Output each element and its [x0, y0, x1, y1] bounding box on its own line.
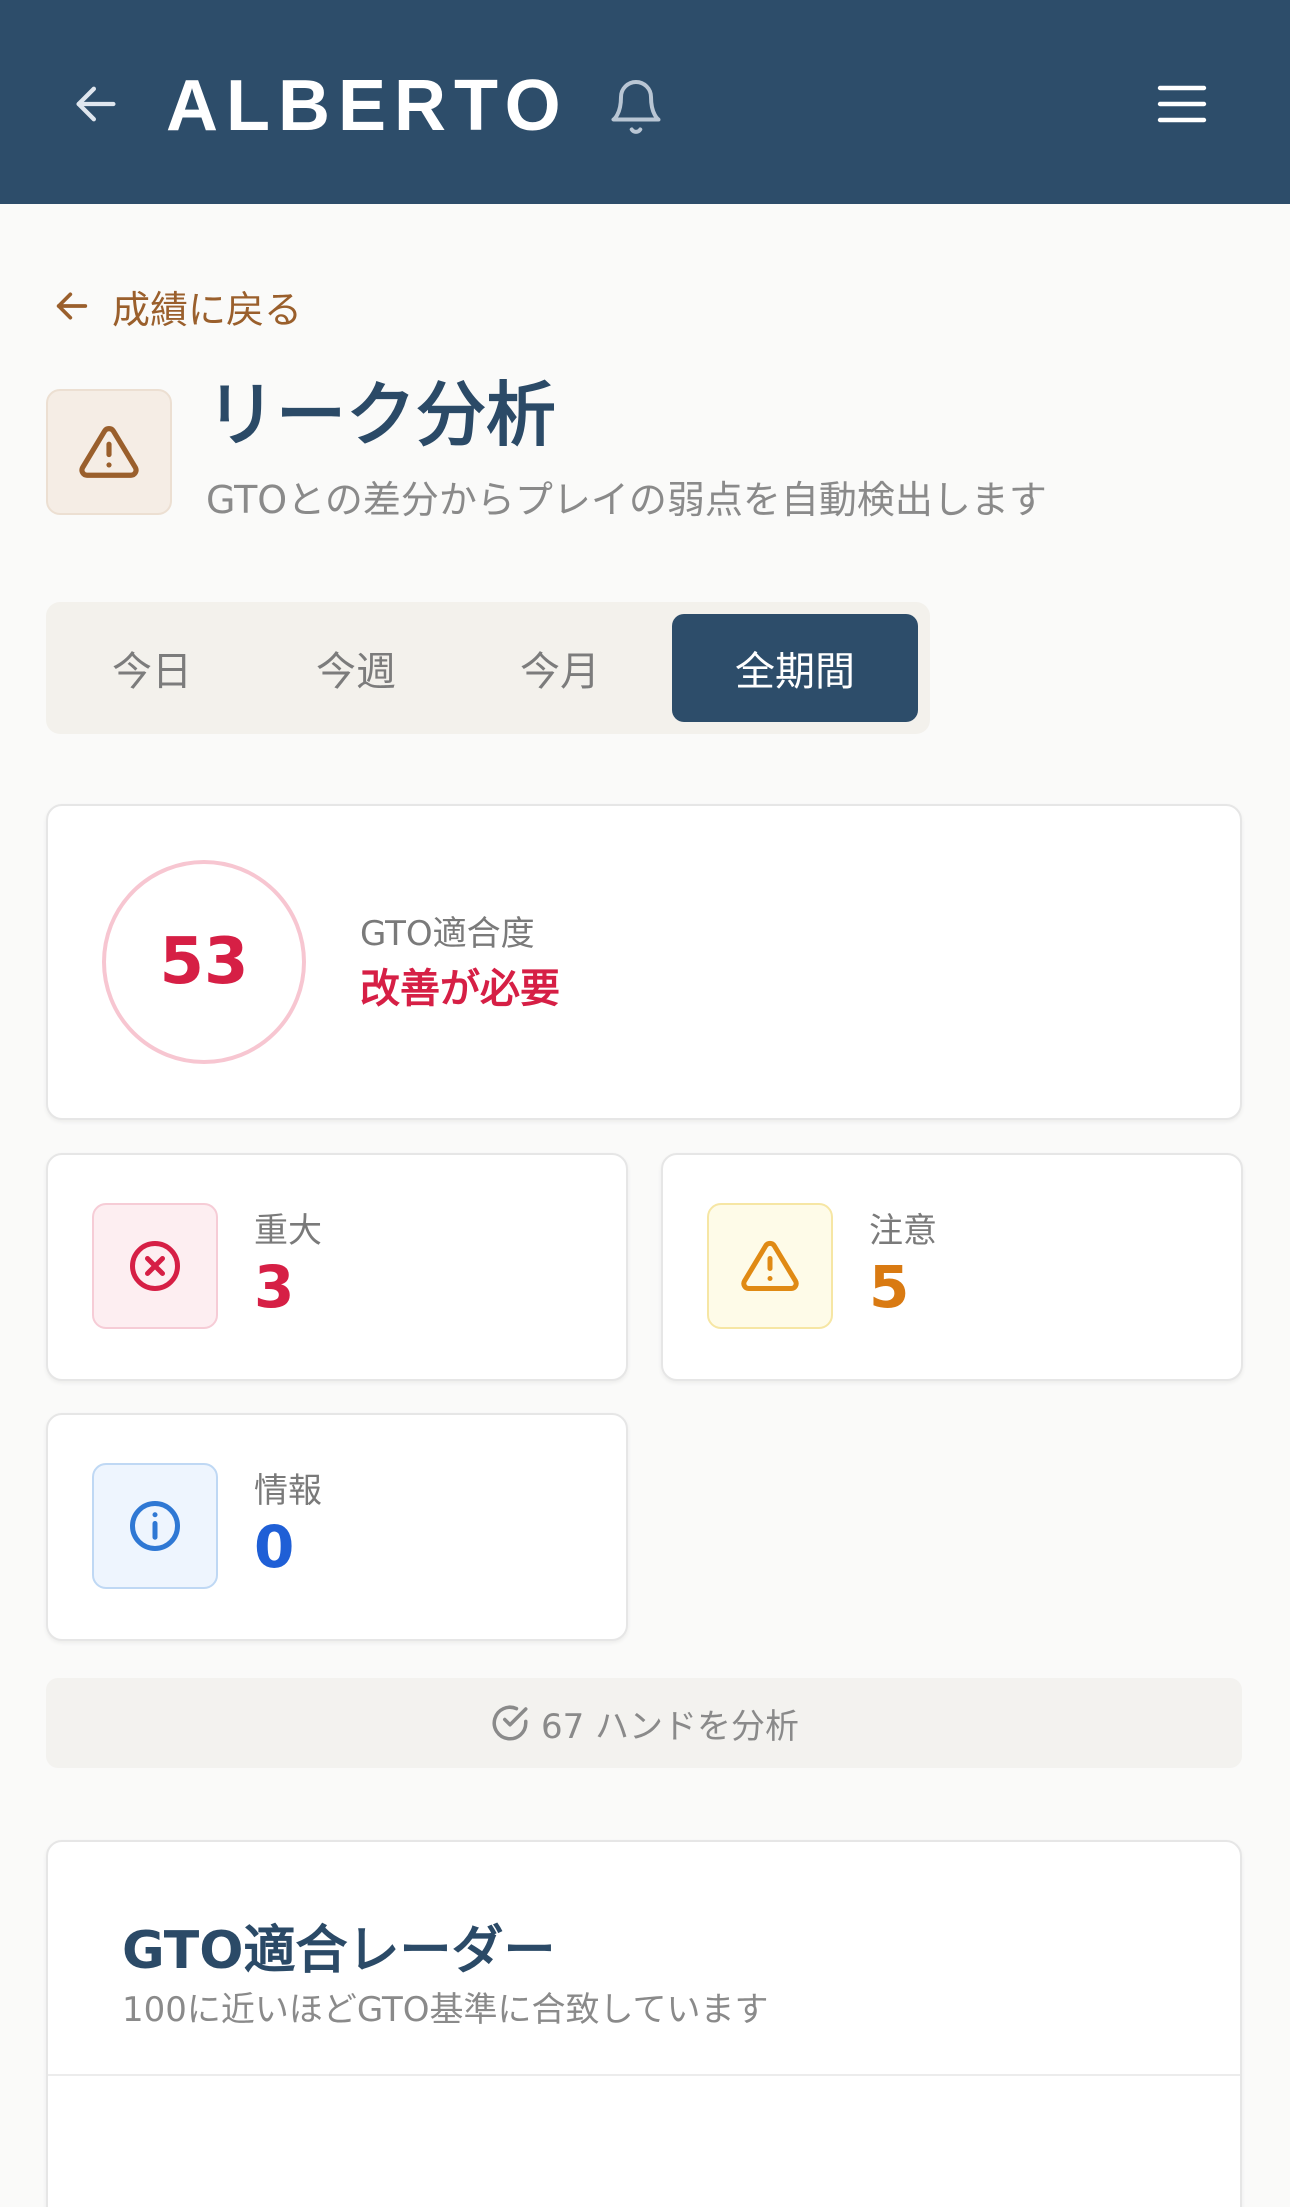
page-title: リーク分析	[206, 374, 556, 456]
app-header: ALBERTO	[0, 0, 1290, 204]
warning-triangle-icon	[79, 426, 139, 478]
score-status: 改善が必要	[360, 966, 560, 1012]
tab-this-week[interactable]: 今週	[272, 614, 440, 722]
critical-icon-box	[92, 1203, 218, 1329]
score-circle: 53	[102, 860, 306, 1064]
critical-count: 3	[254, 1253, 295, 1321]
tab-this-month[interactable]: 今月	[476, 614, 644, 722]
x-circle-icon	[130, 1241, 180, 1291]
tab-today[interactable]: 今日	[68, 614, 236, 722]
info-circle-icon	[130, 1501, 180, 1551]
bell-icon[interactable]	[606, 76, 666, 138]
back-link-label: 成績に戻る	[112, 287, 303, 332]
gto-radar-card: GTO適合レーダー 100に近いほどGTO基準に合致しています	[46, 1840, 1242, 2207]
radar-subtitle: 100に近いほどGTO基準に合致しています	[122, 1990, 769, 2030]
critical-label: 重大	[254, 1211, 322, 1251]
info-stat-card[interactable]: 情報 0	[46, 1413, 628, 1641]
warning-stat-card[interactable]: 注意 5	[661, 1153, 1243, 1381]
warning-count: 5	[869, 1253, 910, 1321]
page-subtitle: GTOとの差分からプレイの弱点を自動検出します	[206, 478, 1047, 522]
back-to-results-link[interactable]: 成績に戻る	[52, 280, 302, 332]
page-title-icon-box	[46, 389, 172, 515]
hamburger-menu-icon[interactable]	[1156, 82, 1208, 126]
radar-title: GTO適合レーダー	[122, 1921, 556, 1981]
check-circle-icon	[492, 1705, 528, 1741]
info-icon-box	[92, 1463, 218, 1589]
analyzed-hands-text: 67 ハンドを分析	[540, 1706, 800, 1747]
warning-label: 注意	[869, 1211, 937, 1251]
info-label: 情報	[254, 1471, 322, 1511]
warning-triangle-icon	[741, 1240, 799, 1291]
analyzed-hands-banner: 67 ハンドを分析	[46, 1678, 1242, 1768]
arrow-left-icon[interactable]	[70, 78, 122, 130]
gto-score-card: 53 GTO適合度 改善が必要	[46, 804, 1242, 1120]
tab-all-time[interactable]: 全期間	[672, 614, 918, 722]
critical-stat-card[interactable]: 重大 3	[46, 1153, 628, 1381]
score-label: GTO適合度	[360, 914, 535, 954]
warning-icon-box	[707, 1203, 833, 1329]
radar-divider	[48, 2074, 1240, 2076]
brand-logo[interactable]: ALBERTO	[166, 66, 569, 146]
period-tabs: 今日 今週 今月 全期間	[46, 602, 930, 734]
info-count: 0	[254, 1513, 295, 1581]
arrow-left-icon	[56, 292, 88, 320]
